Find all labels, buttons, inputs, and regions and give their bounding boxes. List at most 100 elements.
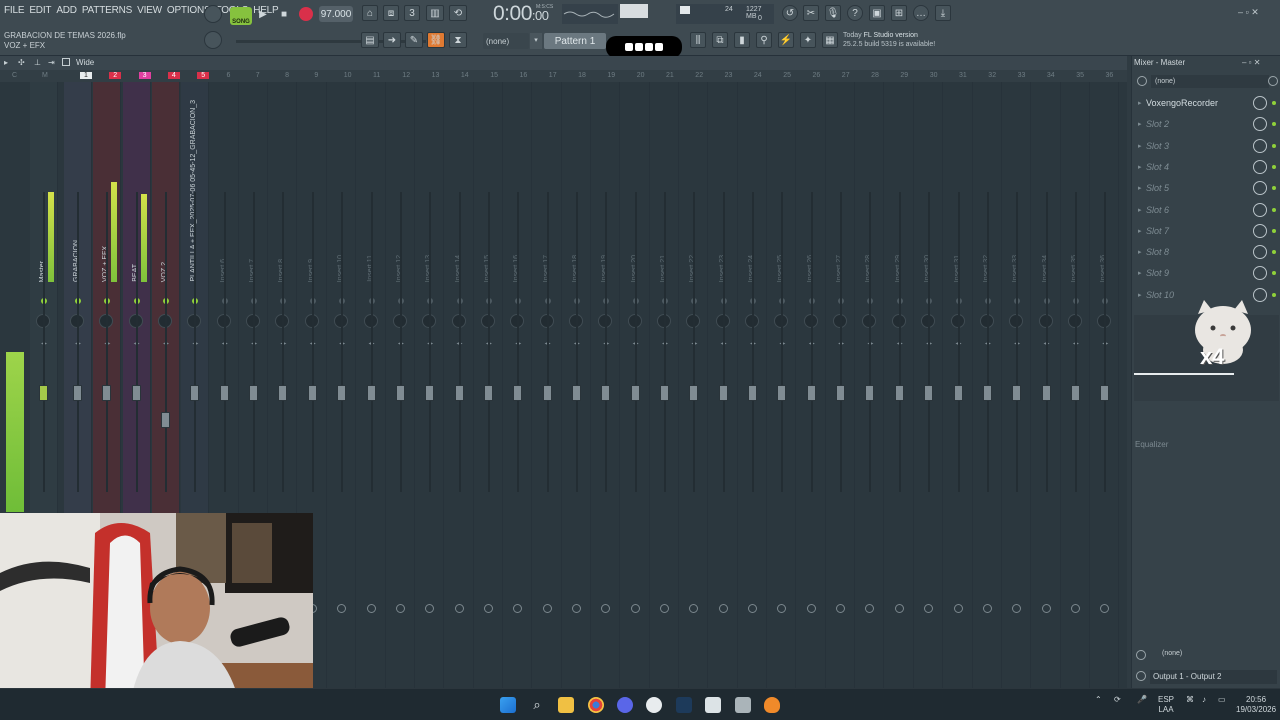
ruler-track-number[interactable]: 1 — [80, 72, 92, 79]
menu-item-add[interactable]: ADD — [56, 5, 77, 16]
slot-menu-icon[interactable]: ▸ — [1138, 248, 1142, 256]
ruler-track-number[interactable]: 7 — [256, 72, 260, 79]
mixer-view-label[interactable]: Wide — [76, 58, 94, 67]
send-knob-icon[interactable] — [337, 604, 347, 613]
fx-slot[interactable]: ▸ Slot 2 — [1136, 115, 1277, 135]
mixer-insert-track[interactable]: Insert 33◂▸ — [1003, 82, 1032, 688]
fx-bottom-preset[interactable]: (none) — [1162, 650, 1182, 657]
volume-icon[interactable]: ♪ — [1202, 695, 1206, 705]
pattern-selector[interactable]: Pattern 1 — [544, 33, 606, 49]
slot-menu-icon[interactable]: ▸ — [1138, 99, 1142, 107]
ruler-track-number[interactable]: 22 — [695, 72, 703, 79]
slot-enable-led[interactable] — [1272, 228, 1276, 233]
snap-dropdown-icon[interactable]: ▾ — [530, 33, 542, 49]
output-select[interactable]: Output 1 - Output 2 — [1150, 670, 1277, 684]
ruler-track-number[interactable]: 28 — [871, 72, 879, 79]
fx-output-knob-icon[interactable] — [1136, 650, 1146, 660]
record-icon[interactable] — [299, 7, 313, 21]
ruler-track-number[interactable]: 33 — [1018, 72, 1026, 79]
fx-slot[interactable]: ▸ Slot 4 — [1136, 158, 1277, 178]
volume-fader[interactable] — [660, 385, 669, 401]
ruler-track-number[interactable]: 5 — [197, 72, 210, 79]
mixer-insert-track[interactable]: Insert 29◂▸ — [885, 82, 914, 688]
chat-icon[interactable]: … — [913, 5, 929, 21]
ruler-track-number[interactable]: 6 — [227, 72, 231, 79]
discord-icon[interactable] — [617, 697, 633, 713]
slot-menu-icon[interactable]: ▸ — [1138, 227, 1142, 235]
fx-slot[interactable]: ▸ Slot 8 — [1136, 243, 1277, 263]
volume-fader[interactable] — [39, 385, 48, 401]
window-controls[interactable]: – ▫ ✕ — [1238, 7, 1274, 17]
volume-fader[interactable] — [102, 385, 112, 401]
volume-fader[interactable] — [337, 385, 347, 401]
send-knob-icon[interactable] — [953, 604, 963, 613]
microphone-icon[interactable]: 🎙 — [825, 5, 841, 21]
ruler-track-number[interactable]: 27 — [842, 72, 850, 79]
tempo-display[interactable]: 97.000 — [319, 6, 353, 22]
ruler-track-number[interactable]: 24 — [754, 72, 762, 79]
mixer-pin-icon[interactable]: ⊥ — [34, 58, 41, 67]
slot-mix-knob-icon[interactable] — [1253, 117, 1267, 132]
ruler-track-number[interactable]: 36 — [1106, 72, 1114, 79]
slot-enable-led[interactable] — [1272, 271, 1276, 276]
clock[interactable]: 20:56 19/03/2026 — [1236, 695, 1276, 715]
volume-fader[interactable] — [395, 385, 405, 401]
playlist-icon[interactable]: ▤ — [361, 32, 379, 48]
piano-roll-icon[interactable]: ▮ — [734, 32, 750, 48]
ruler-track-number[interactable]: 23 — [725, 72, 733, 79]
send-knob-icon[interactable] — [571, 604, 581, 613]
volume-fader[interactable] — [454, 385, 464, 401]
loop-record-icon[interactable]: ⟲ — [449, 5, 467, 21]
link-icon[interactable]: ⛓ — [427, 32, 445, 48]
slot-menu-icon[interactable]: ▸ — [1138, 142, 1142, 150]
volume-fader[interactable] — [1041, 385, 1051, 401]
send-knob-icon[interactable] — [513, 604, 523, 613]
ruler-track-number[interactable]: 20 — [637, 72, 645, 79]
stop-icon[interactable]: ■ — [275, 6, 293, 22]
volume-fader[interactable] — [542, 385, 552, 401]
mixer-insert-track[interactable]: Insert 20◂▸ — [621, 82, 650, 688]
send-knob-icon[interactable] — [924, 604, 934, 613]
volume-fader[interactable] — [190, 385, 200, 401]
fx-preset-select[interactable]: (none) — [1151, 75, 1269, 88]
volume-fader[interactable] — [1070, 385, 1080, 401]
mixer-insert-track[interactable]: Insert 31◂▸ — [944, 82, 973, 688]
menu-item-edit[interactable]: EDIT — [29, 5, 51, 16]
slot-enable-led[interactable] — [1272, 207, 1276, 212]
slot-mix-knob-icon[interactable] — [1253, 245, 1267, 260]
mixer-insert-track[interactable]: Insert 12◂▸ — [386, 82, 415, 688]
mixer-insert-track[interactable]: Insert 23◂▸ — [709, 82, 738, 688]
fx-slot[interactable]: ▸ Slot 6 — [1136, 201, 1277, 221]
mixer-view-toggle-icon[interactable] — [62, 58, 70, 66]
volume-fader[interactable] — [249, 385, 259, 401]
send-knob-icon[interactable] — [630, 604, 640, 613]
ruler-track-number[interactable]: 2 — [109, 72, 122, 79]
chrome-icon[interactable] — [588, 697, 604, 713]
search-icon[interactable]: ⌕ — [529, 697, 545, 713]
mixer-insert-track[interactable]: Insert 16◂▸ — [504, 82, 533, 688]
play-icon[interactable]: ▶ — [254, 6, 272, 22]
menu-item-view[interactable]: VIEW — [137, 5, 162, 16]
plugin-icon[interactable]: ⚡ — [778, 32, 794, 48]
pencil-icon[interactable]: ✎ — [405, 32, 423, 48]
slot-enable-led[interactable] — [1272, 186, 1276, 191]
mixer-insert-track[interactable]: Insert 17◂▸ — [533, 82, 562, 688]
send-knob-icon[interactable] — [1100, 604, 1110, 613]
slot-enable-led[interactable] — [1272, 143, 1276, 148]
save-icon[interactable]: ▣ — [869, 5, 885, 21]
output-routing-icon[interactable] — [1136, 671, 1146, 681]
ruler-track-number[interactable]: 25 — [783, 72, 791, 79]
ruler-track-number[interactable]: 14 — [461, 72, 469, 79]
menu-item-patterns[interactable]: PATTERNS — [82, 5, 132, 16]
ruler-track-number[interactable]: 34 — [1047, 72, 1055, 79]
news-panel[interactable]: Today FL Studio version 25.2.5 build 531… — [843, 31, 951, 52]
ruler-track-number[interactable]: 21 — [666, 72, 674, 79]
slot-mix-knob-icon[interactable] — [1253, 266, 1267, 281]
ruler-track-number[interactable]: 31 — [959, 72, 967, 79]
send-knob-icon[interactable] — [483, 604, 493, 613]
mixer-insert-track[interactable]: Insert 10◂▸ — [328, 82, 357, 688]
metronome-icon[interactable]: ⌂ — [362, 5, 378, 21]
send-knob-icon[interactable] — [806, 604, 816, 613]
notepad-icon[interactable] — [705, 697, 721, 713]
volume-fader[interactable] — [307, 385, 317, 401]
